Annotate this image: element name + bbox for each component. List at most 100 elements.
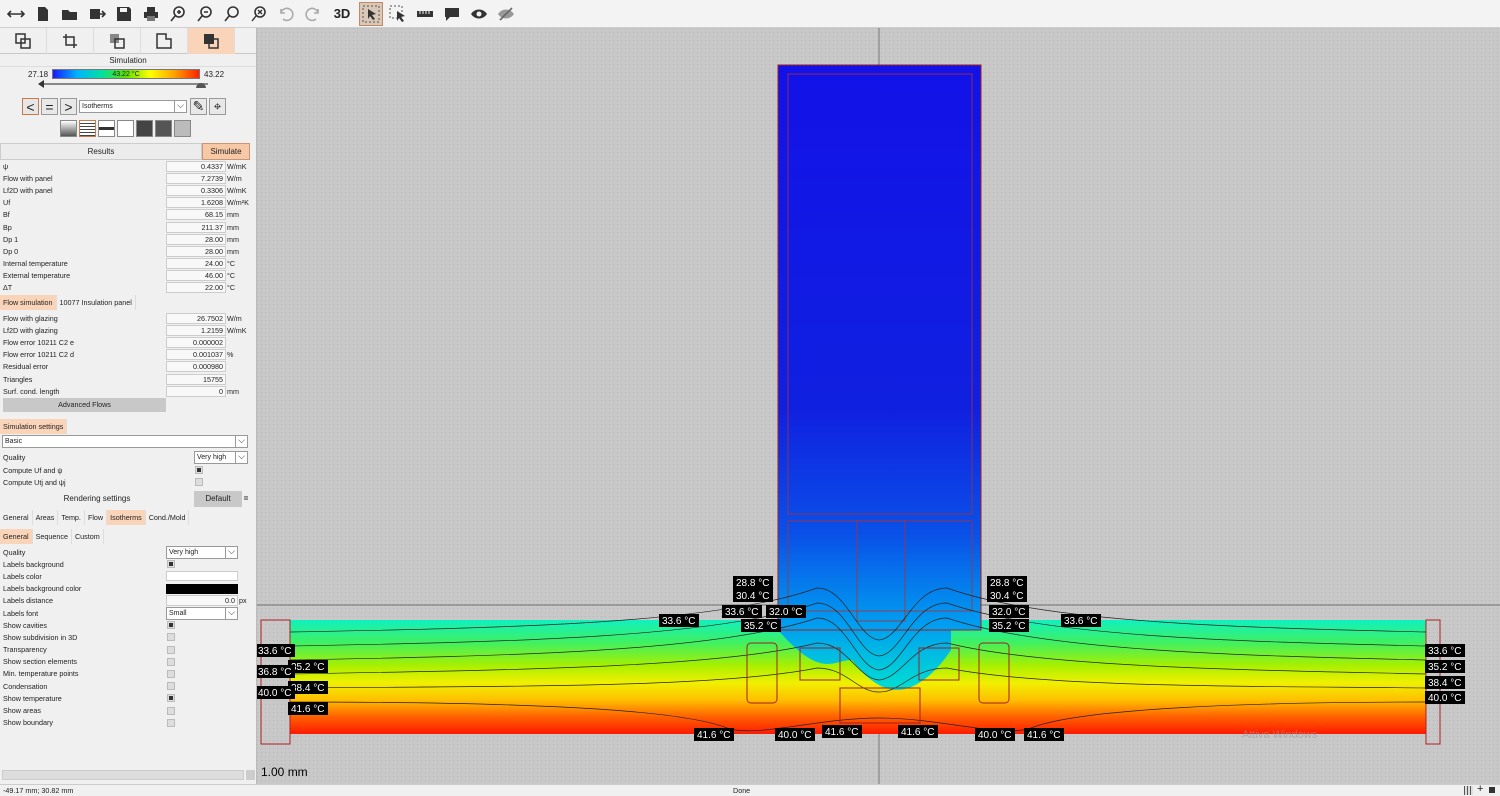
property-value[interactable]: 68.15 <box>166 209 226 221</box>
select-area-icon[interactable] <box>386 2 410 26</box>
tab-geometry[interactable] <box>0 28 47 54</box>
iso-quality-select[interactable]: Very high ⌵ <box>166 545 238 559</box>
checkbox[interactable] <box>167 669 175 678</box>
checkbox[interactable] <box>167 694 175 703</box>
tab-render-general[interactable]: General <box>0 510 33 525</box>
tab-simulation[interactable] <box>188 28 235 54</box>
checkbox[interactable] <box>167 633 175 642</box>
import-icon[interactable] <box>85 2 109 26</box>
tab-render-flow[interactable]: Flow <box>85 510 108 525</box>
undo-icon[interactable] <box>274 2 298 26</box>
print-icon[interactable] <box>139 2 163 26</box>
thermal-view[interactable]: 1.00 mm Attiva Windows 28.8 °C 30.4 °C 33.… <box>255 28 1500 784</box>
tab-insulation-panel[interactable]: 10077 Insulation panel <box>57 295 136 310</box>
eye-icon[interactable] <box>467 2 491 26</box>
checkbox[interactable] <box>167 682 175 691</box>
property-value[interactable]: 0.000002 <box>166 336 226 348</box>
property-value[interactable]: 0.001037 <box>166 349 226 361</box>
advanced-flows-button[interactable]: Advanced Flows <box>3 398 166 412</box>
tab-render-isotherms[interactable]: Isotherms <box>107 510 146 525</box>
grey-style-icon[interactable] <box>174 120 191 137</box>
arrows-horizontal-icon[interactable] <box>4 2 28 26</box>
probe-icon[interactable]: ⌖ <box>209 98 226 115</box>
simulate-button[interactable]: Simulate <box>202 143 250 160</box>
open-folder-icon[interactable] <box>58 2 82 26</box>
tab-iso-sequence[interactable]: Sequence <box>33 529 72 544</box>
panel-scrollbar[interactable] <box>2 770 244 780</box>
legend-range-slider[interactable] <box>40 83 208 85</box>
checkbox[interactable] <box>167 657 175 666</box>
isolines-style-icon[interactable] <box>79 120 96 137</box>
legend-color-bar[interactable]: 43.22 °C <box>52 69 200 79</box>
simulation-preset-select[interactable]: Basic ⌵ <box>2 435 248 448</box>
tab-simulation-settings[interactable]: Simulation settings <box>0 419 68 434</box>
property-value[interactable]: 1.6208 <box>166 197 226 209</box>
checkbox[interactable] <box>167 645 175 654</box>
select-pointer-icon[interactable] <box>359 1 383 26</box>
tab-materials[interactable] <box>94 28 141 54</box>
equal-button[interactable]: = <box>41 98 58 115</box>
solid-style-icon[interactable] <box>136 120 153 137</box>
eyedropper-icon[interactable]: ✎ <box>190 98 207 115</box>
tab-render-temp[interactable]: Temp. <box>58 510 85 525</box>
property-value[interactable]: 1.2159 <box>166 324 226 336</box>
zoom-out-icon[interactable] <box>193 2 217 26</box>
save-icon[interactable] <box>112 2 136 26</box>
property-value[interactable]: 28.00 <box>166 245 226 257</box>
view-3d-button[interactable]: 3D <box>328 2 356 26</box>
default-button[interactable]: Default <box>194 491 242 507</box>
next-button[interactable]: > <box>60 98 77 115</box>
property-value[interactable]: 22.00 <box>166 282 226 294</box>
flow-style-icon[interactable] <box>117 120 134 137</box>
tab-crop[interactable] <box>47 28 94 54</box>
property-value[interactable]: 211.37 <box>166 221 226 233</box>
property-value[interactable]: 26.7502 <box>166 312 226 324</box>
labels-bg-color-swatch[interactable] <box>166 583 238 594</box>
tab-render-areas[interactable]: Areas <box>33 510 59 525</box>
property-value[interactable]: 0.4337 <box>166 160 226 172</box>
property-value[interactable]: 28.00 <box>166 233 226 245</box>
drop-style-icon[interactable] <box>155 120 172 137</box>
tab-flow-simulation[interactable]: Flow simulation <box>0 295 57 310</box>
tab-iso-general[interactable]: General <box>0 529 33 544</box>
property-value[interactable]: 15755 <box>166 373 226 385</box>
simulation-canvas[interactable]: 1.00 mm Attiva Windows 28.8 °C 30.4 °C 33.… <box>255 28 1500 784</box>
quality-select[interactable]: Very high ⌵ <box>194 450 248 464</box>
labels-color-swatch[interactable] <box>166 571 238 582</box>
frame-profile[interactable] <box>778 65 981 690</box>
view-mode-select[interactable]: Isotherms ⌵ <box>79 100 187 113</box>
tab-boundary[interactable] <box>141 28 188 54</box>
property-value[interactable]: 7.2739 <box>166 172 226 184</box>
grid-toggle-icon[interactable] <box>1464 786 1473 795</box>
zoom-reset-icon[interactable] <box>247 2 271 26</box>
comment-icon[interactable] <box>440 2 464 26</box>
labels-font-select[interactable]: Small ⌵ <box>166 606 238 620</box>
tab-iso-custom[interactable]: Custom <box>72 529 104 544</box>
ruler-icon[interactable] <box>413 2 437 26</box>
compute-utj-checkbox[interactable] <box>195 478 203 487</box>
property-value[interactable]: 0.000980 <box>166 361 226 373</box>
crosshair-toggle-icon[interactable]: + <box>1477 784 1483 795</box>
compute-uf-checkbox[interactable] <box>195 466 203 475</box>
snap-toggle-icon[interactable] <box>1489 787 1495 793</box>
new-file-icon[interactable] <box>31 2 55 26</box>
checkbox[interactable] <box>167 718 175 727</box>
property-value[interactable]: 46.00 <box>166 270 226 282</box>
labels-background-checkbox[interactable] <box>167 560 175 569</box>
zoom-in-icon[interactable] <box>166 2 190 26</box>
bands-style-icon[interactable] <box>98 120 115 137</box>
panel-scrollbar-handle[interactable] <box>246 770 255 780</box>
previous-button[interactable]: < <box>22 98 39 115</box>
gradient-style-icon[interactable] <box>60 120 77 137</box>
tab-render-cond-mold[interactable]: Cond./Mold <box>146 510 190 525</box>
zoom-fit-icon[interactable] <box>220 2 244 26</box>
labels-distance-input[interactable]: 0.0 <box>166 595 238 607</box>
checkbox[interactable] <box>167 621 175 630</box>
hide-eye-icon[interactable] <box>494 2 518 26</box>
slider-right-handle-icon[interactable] <box>196 80 206 88</box>
collapse-icon[interactable]: = <box>242 491 250 507</box>
property-value[interactable]: 0 <box>166 385 226 397</box>
property-value[interactable]: 24.00 <box>166 258 226 270</box>
redo-icon[interactable] <box>301 2 325 26</box>
slider-left-handle-icon[interactable] <box>38 80 44 88</box>
